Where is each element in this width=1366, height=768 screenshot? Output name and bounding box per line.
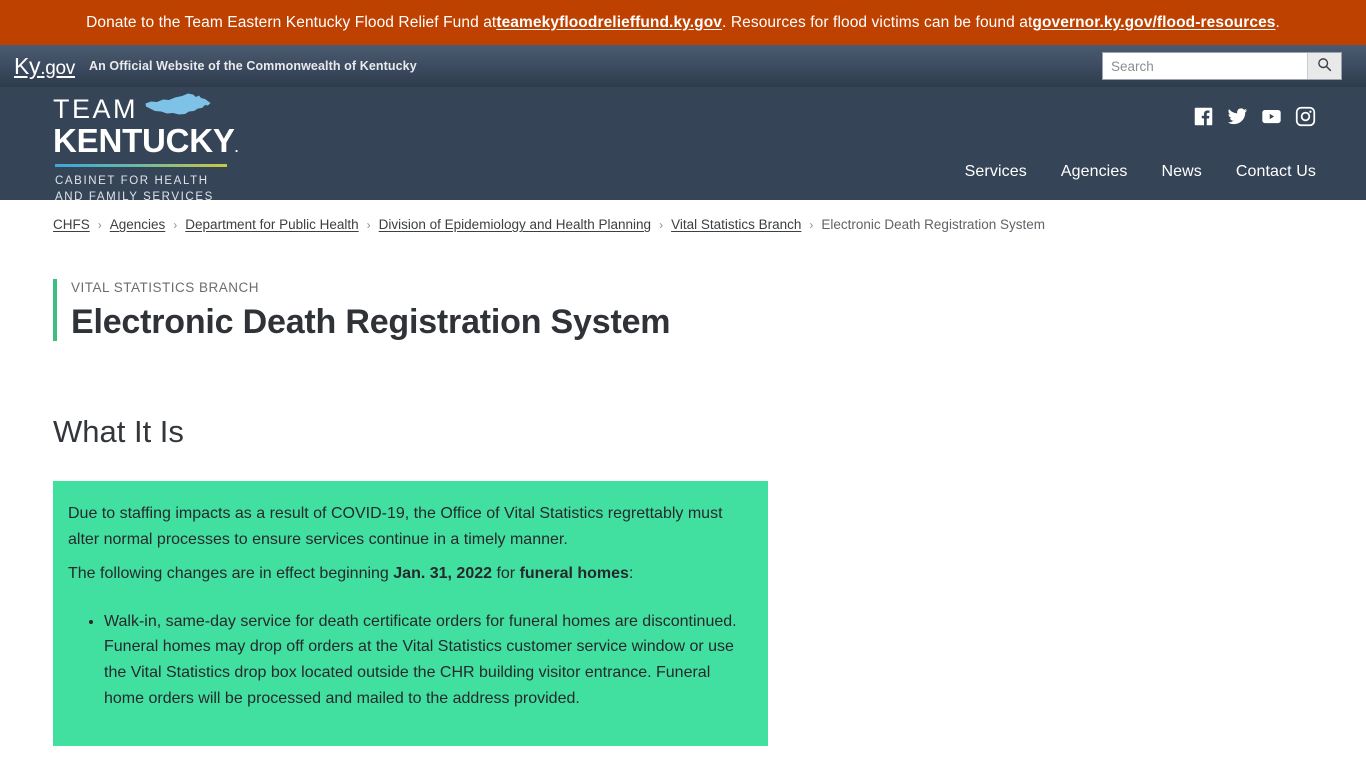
page-title-block: VITAL STATISTICS BRANCH Electronic Death… [53, 279, 1366, 341]
alert-link-flood-resources[interactable]: governor.ky.gov/flood-resources [1032, 14, 1275, 32]
alert-text-before: Donate to the Team Eastern Kentucky Floo… [86, 13, 497, 31]
logo-cabinet-line1: CABINET FOR HEALTH [55, 174, 209, 187]
kentucky-state-icon [144, 92, 212, 122]
logo-kentucky-text: KENTUCKY. [53, 124, 253, 158]
breadcrumb-item-vital-statistics-branch[interactable]: Vital Statistics Branch [671, 217, 801, 232]
logo-team-text: TEAM [53, 94, 139, 124]
breadcrumb-item-department-for-public-health[interactable]: Department for Public Health [185, 217, 358, 232]
alert-text-after: . [1275, 13, 1280, 31]
search-submit-button[interactable] [1307, 53, 1341, 79]
breadcrumb-separator-icon: › [173, 217, 178, 232]
alert-text-middle: . Resources for flood victims can be fou… [722, 13, 1033, 31]
breadcrumb-item-division-of-epidemiology[interactable]: Division of Epidemiology and Health Plan… [379, 217, 651, 232]
instagram-icon[interactable] [1295, 106, 1316, 127]
breadcrumb-separator-icon: › [659, 217, 664, 232]
callout-p2-middle: for [492, 564, 520, 582]
logo-kentucky-word: KENTUCKY [53, 122, 235, 159]
callout-paragraph-2: The following changes are in effect begi… [68, 561, 744, 587]
team-kentucky-logo[interactable]: TEAM KENTUCKY. CABINET FOR HEALTH AND FA… [53, 93, 253, 205]
logo-top-row: TEAM [53, 93, 253, 123]
logo-gradient-rule [55, 163, 227, 167]
nav-item-services[interactable]: Services [965, 163, 1027, 181]
kygov-logo-link[interactable]: Ky.gov [14, 52, 75, 79]
kygov-official-bar: Ky.gov An Official Website of the Common… [0, 45, 1366, 87]
nav-item-agencies[interactable]: Agencies [1061, 163, 1128, 181]
page-eyebrow: VITAL STATISTICS BRANCH [71, 280, 260, 295]
site-masthead: TEAM KENTUCKY. CABINET FOR HEALTH AND FA… [0, 87, 1366, 203]
twitter-icon[interactable] [1227, 106, 1248, 127]
flood-relief-alert-banner: Donate to the Team Eastern Kentucky Floo… [0, 0, 1366, 45]
youtube-icon[interactable] [1261, 106, 1282, 127]
alert-link-donation-fund[interactable]: teamekyfloodrelieffund.ky.gov [496, 14, 722, 32]
breadcrumb-separator-icon: › [97, 217, 102, 232]
facebook-icon[interactable] [1193, 106, 1214, 127]
kygov-logo-suffix: .gov [40, 57, 75, 79]
breadcrumb-separator-icon: › [366, 217, 371, 232]
social-links [1193, 106, 1316, 127]
callout-effective-date: Jan. 31, 2022 [393, 564, 493, 582]
callout-p2-after: : [628, 564, 634, 582]
logo-registered-mark: . [234, 140, 239, 155]
search-input[interactable] [1103, 53, 1307, 79]
main-content: What It Is Due to staffing impacts as a … [53, 413, 1366, 747]
kygov-tagline: An Official Website of the Commonwealth … [88, 59, 417, 73]
callout-audience: funeral homes [519, 564, 629, 582]
callout-paragraph-1: Due to staffing impacts as a result of C… [68, 504, 723, 548]
logo-cabinet-line2: AND FAMILY SERVICES [55, 190, 214, 203]
section-heading-what-it-is: What It Is [53, 413, 184, 449]
search-icon [1317, 57, 1332, 75]
page-title: Electronic Death Registration System [71, 302, 671, 341]
primary-navigation: Services Agencies News Contact Us [965, 163, 1316, 181]
kygov-logo-main: Ky [14, 52, 41, 79]
breadcrumb-item-chfs[interactable]: CHFS [53, 217, 90, 232]
nav-item-news[interactable]: News [1161, 163, 1201, 181]
covid-notice-callout: Due to staffing impacts as a result of C… [53, 480, 768, 747]
callout-bullet-list: Walk-in, same-day service for death cert… [68, 609, 744, 713]
list-item: Walk-in, same-day service for death cert… [104, 609, 744, 713]
breadcrumb-item-agencies[interactable]: Agencies [110, 217, 166, 232]
callout-p2-before: The following changes are in effect begi… [68, 564, 394, 582]
search-box [1102, 52, 1342, 80]
masthead-right-column: Services Agencies News Contact Us [965, 87, 1316, 181]
breadcrumb-separator-icon: › [809, 217, 814, 232]
breadcrumb-item-current: Electronic Death Registration System [821, 217, 1045, 232]
nav-item-contact-us[interactable]: Contact Us [1236, 163, 1316, 181]
